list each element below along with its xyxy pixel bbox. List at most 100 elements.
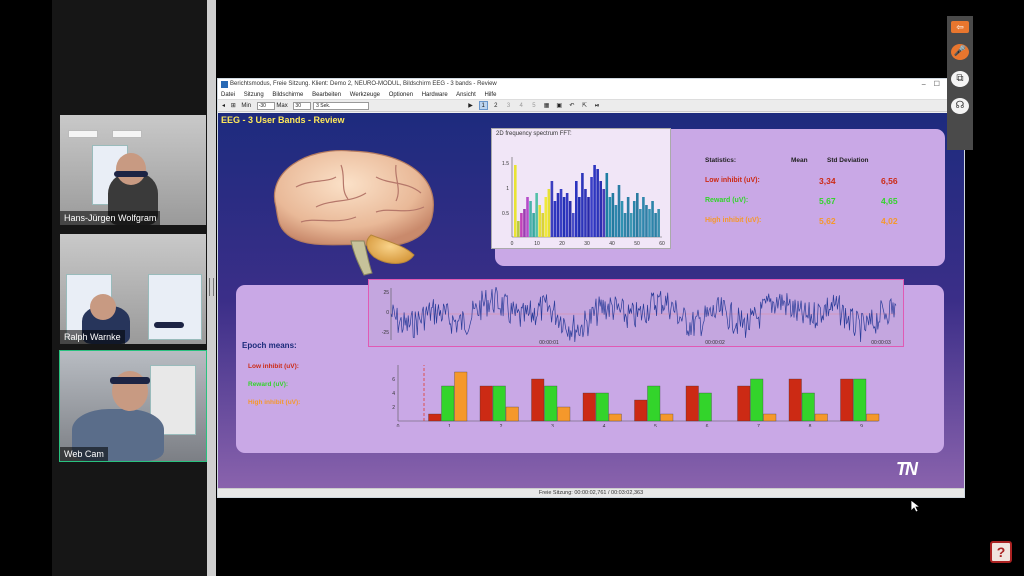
epoch-bar-high-inhibit bbox=[814, 413, 828, 422]
brain-illustration bbox=[273, 149, 434, 276]
epoch-x-tick: 9 bbox=[860, 424, 863, 427]
eeg-trace: 25 0 -25 00:00:01 00:00:02 00:00:03 bbox=[382, 287, 897, 346]
fft-bar bbox=[556, 193, 560, 237]
menu-bearbeiten[interactable]: Bearbeiten bbox=[312, 92, 341, 98]
menu-hilfe[interactable]: Hilfe bbox=[484, 92, 496, 98]
stat-std-low-inhibit: 6,56 bbox=[881, 176, 898, 186]
brand-logo: TN bbox=[896, 459, 918, 479]
fft-bar bbox=[526, 197, 529, 237]
fft-bar bbox=[590, 177, 593, 237]
epoch-bar-high-inhibit bbox=[557, 406, 571, 422]
page-button-4[interactable]: 4 bbox=[517, 102, 526, 111]
fft-bar bbox=[538, 205, 541, 237]
fft-bar bbox=[578, 197, 581, 237]
epoch-x-tick: 5 bbox=[654, 424, 657, 427]
fft-bar bbox=[544, 197, 548, 237]
fft-bar bbox=[642, 197, 645, 237]
play-icon[interactable]: ⏯ bbox=[593, 102, 602, 111]
menu-werkzeuge[interactable]: Werkzeuge bbox=[350, 92, 380, 98]
fft-x-tick: 60 bbox=[659, 241, 665, 247]
page-button-5[interactable]: 5 bbox=[529, 102, 538, 111]
menu-optionen[interactable]: Optionen bbox=[389, 92, 413, 98]
undo-icon[interactable]: ↶ bbox=[567, 102, 576, 111]
min-label: Min bbox=[241, 103, 252, 109]
timescale-select[interactable]: 3 Sek. bbox=[313, 102, 370, 110]
shared-window: Berichtsmodus, Freie Sitzung. Klient: De… bbox=[217, 78, 965, 498]
fft-bar bbox=[639, 209, 642, 237]
epoch-bar-reward bbox=[544, 385, 558, 422]
epoch-bar-reward bbox=[750, 378, 764, 422]
eeg-signal-line bbox=[390, 287, 897, 343]
eeg-epoch-panel: 25 0 -25 00:00:01 00:00:02 00:00:03 Epoch mea… bbox=[236, 279, 944, 453]
epoch-bar-low-inhibit bbox=[737, 385, 751, 422]
fft-x-tick: 10 bbox=[534, 241, 540, 247]
window-titlebar: Berichtsmodus, Freie Sitzung. Klient: De… bbox=[218, 79, 964, 90]
epoch-x-tick: 3 bbox=[551, 424, 554, 427]
fft-bar bbox=[614, 205, 618, 237]
fft-x-tick: 20 bbox=[559, 241, 565, 247]
fft-bar bbox=[529, 201, 532, 237]
stat-mean-low-inhibit: 3,34 bbox=[819, 176, 836, 186]
fft-bar bbox=[565, 193, 569, 237]
help-icon[interactable]: ? bbox=[990, 541, 1012, 563]
eeg-y-tick: -25 bbox=[382, 330, 389, 336]
screens-icon[interactable]: ⧉ bbox=[951, 71, 969, 87]
layout-icon[interactable]: ▦ bbox=[542, 102, 551, 111]
min-field[interactable]: -30 bbox=[256, 102, 275, 110]
epoch-x-tick: 1 bbox=[448, 424, 451, 427]
eeg-y-tick: 25 bbox=[383, 290, 389, 296]
max-field[interactable]: 30 bbox=[293, 102, 312, 110]
participant-name: Web Cam bbox=[60, 447, 108, 461]
microphone-icon[interactable]: 🎤 bbox=[951, 44, 969, 60]
fft-bar bbox=[654, 213, 657, 237]
epoch-bar-reward bbox=[853, 378, 867, 422]
epoch-x-tick: 8 bbox=[809, 424, 812, 427]
fft-bar bbox=[599, 181, 602, 237]
app-logo-icon bbox=[221, 81, 228, 88]
raw-eeg-chart: 25 0 -25 00:00:01 00:00:02 00:00:03 bbox=[368, 279, 904, 347]
fft-bar bbox=[568, 201, 572, 237]
fft-bar bbox=[541, 213, 545, 237]
fft-bar bbox=[550, 181, 554, 237]
exit-icon[interactable]: ⇦ bbox=[951, 21, 969, 33]
epoch-x-tick: 2 bbox=[500, 424, 503, 427]
screen-icon[interactable]: ▣ bbox=[555, 102, 564, 111]
participant-tile-2[interactable]: Ralph Warnke bbox=[60, 234, 206, 344]
fft-bar bbox=[657, 209, 660, 237]
participant-tile-1[interactable]: Hans-Jürgen Wolfgram bbox=[60, 115, 206, 225]
page-button-3[interactable]: 3 bbox=[504, 102, 513, 111]
chevron-left-icon[interactable]: ◂ bbox=[222, 100, 225, 112]
toolbar: ◂ ⊞ Min -30 Max 30 3 Sek. ▶ 1 2 3 4 5 ▦ … bbox=[218, 100, 964, 112]
menu-bildschirme[interactable]: Bildschirme bbox=[272, 92, 303, 98]
prev-page-icon[interactable]: ▶ bbox=[466, 102, 475, 111]
eeg-time-tick: 00:00:03 bbox=[871, 340, 891, 346]
fft-bar bbox=[587, 197, 590, 237]
fft-bar bbox=[553, 201, 557, 237]
mouse-cursor-icon bbox=[910, 499, 920, 513]
menu-hardware[interactable]: Hardware bbox=[422, 92, 448, 98]
screen-title: EEG - 3 User Bands - Review bbox=[221, 115, 345, 125]
menu-ansicht[interactable]: Ansicht bbox=[456, 92, 476, 98]
epoch-bar-reward bbox=[492, 385, 506, 422]
fft-bar bbox=[535, 193, 538, 237]
panel-divider[interactable] bbox=[207, 0, 216, 576]
fft-bar bbox=[608, 197, 612, 237]
fft-bar bbox=[651, 201, 654, 237]
participant-name: Ralph Warnke bbox=[60, 330, 125, 344]
page-button-1[interactable]: 1 bbox=[478, 101, 488, 110]
epoch-bar-high-inhibit bbox=[608, 413, 622, 422]
fft-bar bbox=[632, 201, 636, 237]
brain-icon[interactable]: ☊ bbox=[951, 98, 969, 114]
epoch-bar-low-inhibit bbox=[634, 399, 648, 422]
epoch-x-tick: 6 bbox=[706, 424, 709, 427]
fft-bar bbox=[584, 189, 587, 237]
page-button-2[interactable]: 2 bbox=[491, 102, 500, 111]
menu-datei[interactable]: Datei bbox=[221, 92, 235, 98]
zoom-icon[interactable]: ⊞ bbox=[231, 100, 236, 112]
fft-bar bbox=[571, 213, 575, 237]
export-icon[interactable]: ⇱ bbox=[580, 102, 589, 111]
participant-tile-3[interactable]: Web Cam bbox=[59, 350, 207, 462]
fft-x-tick: 0 bbox=[511, 241, 514, 247]
fft-bar bbox=[593, 165, 596, 237]
menu-sitzung[interactable]: Sitzung bbox=[244, 92, 264, 98]
